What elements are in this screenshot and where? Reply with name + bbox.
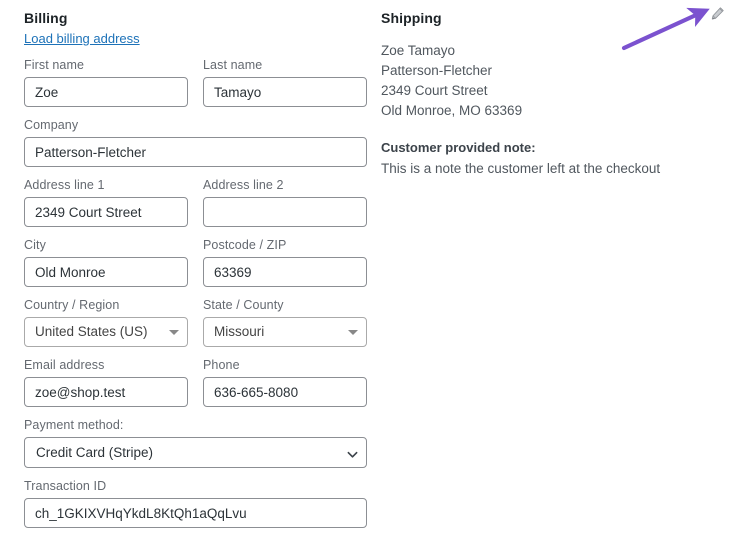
first-name-label: First name [24,58,85,72]
state-label: State / County [203,298,284,312]
country-field: Country / Region United States (US) [24,298,188,347]
shipping-address-line: Patterson-Fletcher [381,63,493,78]
load-billing-address-link[interactable]: Load billing address [24,31,140,47]
chevron-down-icon [347,449,358,458]
phone-label: Phone [203,358,240,372]
address-row: Address line 1 Address line 2 [24,178,368,227]
address-line-1-input[interactable] [24,197,188,227]
shipping-section-title: Shipping [381,10,442,26]
shipping-address: Zoe Tamayo Patterson-Fletcher 2349 Court… [381,41,721,121]
address-line-1-label: Address line 1 [24,178,105,192]
edit-shipping-pencil-icon[interactable] [710,6,725,21]
customer-note-title: Customer provided note: [381,140,536,155]
customer-note-block: Customer provided note: This is a note t… [381,139,721,179]
payment-method-value: Credit Card (Stripe) [36,445,154,460]
postcode-label: Postcode / ZIP [203,238,287,252]
email-field: Email address [24,358,188,407]
email-input[interactable] [24,377,188,407]
chevron-down-icon [169,330,179,335]
state-field: State / County Missouri [203,298,367,347]
city-field: City [24,238,188,287]
country-select-value: United States (US) [35,324,148,339]
company-input[interactable] [24,137,367,167]
city-postcode-row: City Postcode / ZIP [24,238,368,287]
city-input[interactable] [24,257,188,287]
company-label: Company [24,118,79,132]
email-phone-row: Email address Phone [24,358,368,407]
transaction-id-label: Transaction ID [24,479,107,493]
first-name-input[interactable] [24,77,188,107]
shipping-address-line: Old Monroe, MO 63369 [381,103,523,118]
country-label: Country / Region [24,298,120,312]
first-name-field: First name [24,58,188,107]
transaction-id-input[interactable] [24,498,367,528]
state-select-value: Missouri [214,324,265,339]
postcode-field: Postcode / ZIP [203,238,367,287]
payment-method-select[interactable]: Credit Card (Stripe) [24,437,367,468]
transaction-id-field: Transaction ID [24,479,367,528]
last-name-label: Last name [203,58,263,72]
shipping-address-line: 2349 Court Street [381,83,488,98]
last-name-input[interactable] [203,77,367,107]
company-field: Company [24,118,367,167]
payment-method-row: Payment method: Credit Card (Stripe) [24,418,368,468]
phone-field: Phone [203,358,367,407]
billing-column: Billing Load billing address First name … [24,0,368,528]
address-line-2-field: Address line 2 [203,178,367,227]
email-label: Email address [24,358,105,372]
address-line-1-field: Address line 1 [24,178,188,227]
last-name-field: Last name [203,58,367,107]
city-label: City [24,238,46,252]
company-row: Company [24,118,368,167]
postcode-input[interactable] [203,257,367,287]
transaction-id-row: Transaction ID [24,479,368,528]
customer-note-body: This is a note the customer left at the … [381,161,661,176]
billing-section-title: Billing [24,10,68,26]
address-line-2-label: Address line 2 [203,178,284,192]
payment-method-field: Payment method: Credit Card (Stripe) [24,418,367,468]
address-line-2-input[interactable] [203,197,367,227]
payment-method-label: Payment method: [24,418,124,432]
name-row: First name Last name [24,58,368,107]
chevron-down-icon [348,330,358,335]
phone-input[interactable] [203,377,367,407]
shipping-address-line: Zoe Tamayo [381,43,456,58]
state-select[interactable]: Missouri [203,317,367,347]
country-select[interactable]: United States (US) [24,317,188,347]
shipping-column: Shipping Zoe Tamayo Patterson-Fletcher 2… [381,0,721,179]
country-state-row: Country / Region United States (US) Stat… [24,298,368,347]
